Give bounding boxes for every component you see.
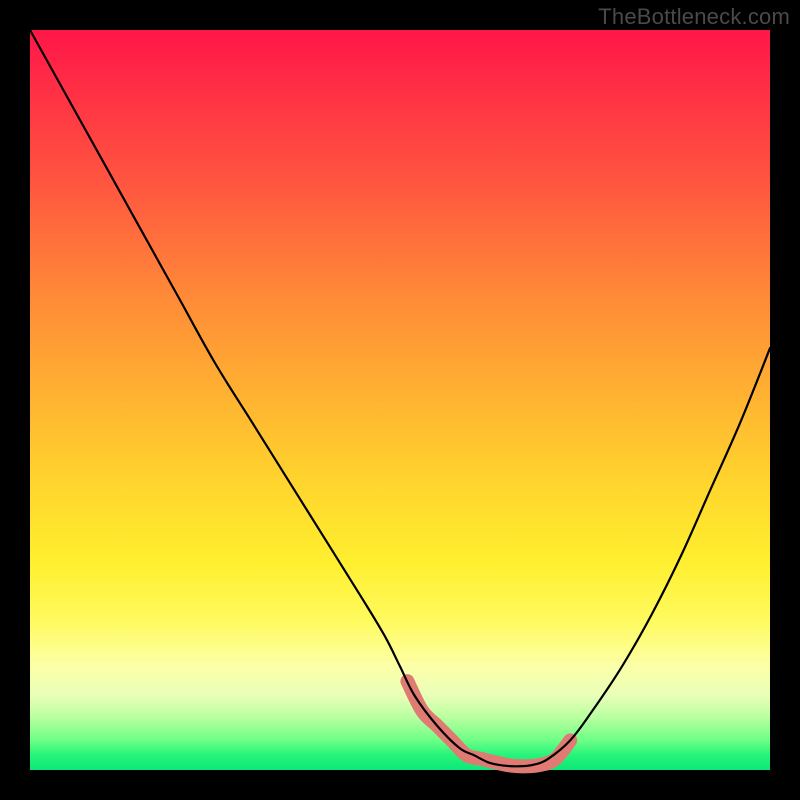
bottleneck-curve [30, 30, 770, 766]
plot-area [30, 30, 770, 770]
valley-highlight [407, 681, 576, 766]
valley-highlight-path [407, 681, 570, 766]
chart-svg [30, 30, 770, 770]
watermark-text: TheBottleneck.com [598, 4, 790, 30]
chart-frame: TheBottleneck.com [0, 0, 800, 800]
